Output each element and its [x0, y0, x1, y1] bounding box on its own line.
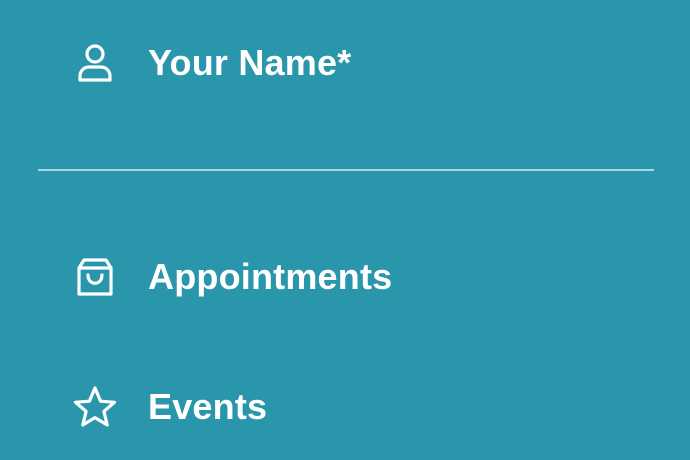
shopping-bag-icon: [72, 254, 118, 300]
star-icon: [72, 384, 118, 430]
user-icon: [72, 40, 118, 86]
menu-item-label: Appointments: [148, 256, 393, 297]
menu-item-your-name[interactable]: Your Name*: [72, 40, 351, 86]
menu-item-events[interactable]: Events: [72, 384, 267, 430]
menu-item-label: Events: [148, 386, 268, 427]
menu-item-appointments[interactable]: Appointments: [72, 254, 392, 300]
menu-item-label: Your Name*: [148, 42, 352, 83]
menu-divider: [38, 169, 654, 171]
side-menu: Your Name* Appointments Events: [0, 0, 690, 460]
